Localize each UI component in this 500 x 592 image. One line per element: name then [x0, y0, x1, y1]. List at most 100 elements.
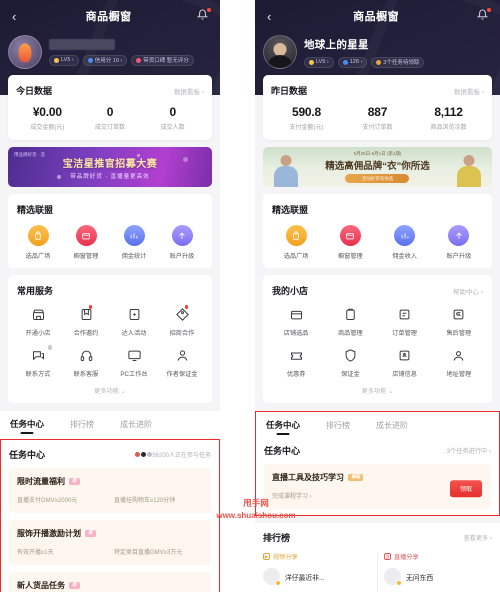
- shop-item-address-mgmt[interactable]: 地址管理: [432, 347, 486, 378]
- address-icon: [450, 347, 467, 364]
- services-more-button[interactable]: 更多功能 ⌄: [14, 386, 206, 395]
- shop-item-store-info[interactable]: 店铺信息: [378, 347, 432, 378]
- service-item-contact-info[interactable]: 联系方式: [14, 345, 62, 378]
- task-item[interactable]: 限时流量福利 限 直播支付GMV≥2000元 直播挂购物车≥120分钟: [9, 468, 211, 513]
- alliance-item-window-mgmt[interactable]: 橱窗管理: [62, 225, 110, 260]
- service-item-customer-service[interactable]: 联系客服: [62, 347, 110, 378]
- left-services-section: 常用服务 开通小店 合作邀约 达人活动 招商合作 联系方式 联系客服 PC工作台…: [8, 275, 212, 403]
- shop-label-0: 店铺选品: [283, 330, 309, 337]
- alliance-item-commission-income[interactable]: 佣金收入: [378, 225, 432, 260]
- leaderboard-live-label: ||| 直播分享: [384, 552, 492, 561]
- leaderboard-row[interactable]: 无问东西: [384, 568, 492, 586]
- task-center-progress-link[interactable]: 3个任务进行中 ›: [447, 446, 491, 455]
- banner-person-right: [454, 153, 484, 187]
- stat-gmv-value: ¥0.00: [32, 105, 62, 119]
- leaderboard-row[interactable]: 洋仔最近非...: [263, 568, 371, 586]
- chat-icon: [30, 347, 47, 364]
- shield-icon: [342, 347, 359, 364]
- avatar[interactable]: [263, 35, 297, 69]
- badge-score[interactable]: 128 ›: [337, 56, 368, 68]
- service-item-creator-activity[interactable]: 达人活动: [110, 306, 158, 337]
- course-chip: 课程: [348, 474, 363, 481]
- claim-button[interactable]: 领取: [449, 479, 482, 497]
- right-promo-banner[interactable]: 5月25日-6月1日 (第1期) 精选高佣品牌“衣”你所选 活动好货有你选: [263, 147, 492, 187]
- store-icon: [30, 306, 47, 323]
- notification-bell-icon[interactable]: [196, 8, 212, 23]
- alliance-item-product-plaza[interactable]: 选品广场: [269, 225, 323, 260]
- shop-label-2: 订单管理: [392, 330, 417, 337]
- alliance-label-0: 选品广场: [283, 253, 309, 260]
- leaderboard-more-link[interactable]: 查看更多 ›: [463, 533, 492, 542]
- shop-item-deposit[interactable]: 保证金: [323, 347, 377, 378]
- badge-credit[interactable]: 信用分 10 ›: [82, 54, 128, 66]
- shop-label-1: 商品管理: [338, 330, 363, 337]
- limited-chip: 限: [69, 582, 80, 589]
- badge-credit-label: 信用分 10 ›: [94, 58, 123, 64]
- tab-leaderboard[interactable]: 排行榜: [326, 420, 350, 435]
- alliance-item-product-plaza[interactable]: 选品广场: [14, 225, 62, 260]
- left-tabs: 任务中心 排行榜 成长进阶: [0, 411, 220, 439]
- alliance-item-upgrade[interactable]: 账户升级: [158, 225, 206, 260]
- left-stats-row: ¥0.00 成交金额(元) 0 成交订单数 0 成交人数: [16, 105, 204, 131]
- stat-payment-amount: 590.8 支付金额(元): [271, 105, 342, 131]
- shop-title: 我的小店: [272, 286, 309, 296]
- back-icon[interactable]: ‹: [263, 10, 275, 23]
- data-dashboard-link[interactable]: 数据看板 ›: [174, 86, 204, 96]
- banner-person-left: [271, 153, 301, 187]
- left-data-card: 今日数据 数据看板 › ¥0.00 成交金额(元) 0 成交订单数 0 成交人数: [8, 75, 212, 140]
- service-item-author-deposit[interactable]: 作者保证金: [158, 347, 206, 378]
- return-icon: [450, 306, 467, 323]
- alliance-item-upgrade[interactable]: 账户升级: [432, 225, 486, 260]
- service-label-6: PC工作台: [120, 371, 148, 378]
- task-item-sub2: 特定类目直播GMV≥3万元: [114, 550, 183, 556]
- help-center-link[interactable]: 帮助中心 ›: [453, 286, 483, 296]
- shop-label-5: 保证金: [341, 371, 360, 378]
- alliance-label-0: 选品广场: [25, 253, 51, 260]
- badge-level[interactable]: LV5 ›: [49, 54, 79, 66]
- tag-icon: [174, 306, 191, 323]
- tab-task-center[interactable]: 任务中心: [266, 419, 300, 435]
- leaderboard-name: 洋仔最近非...: [285, 574, 325, 582]
- task-center-participants: 56200人正在参与任务: [134, 450, 211, 459]
- shop-item-store-selection[interactable]: 店铺选品: [269, 306, 323, 337]
- shop-item-coupon[interactable]: 优惠券: [269, 347, 323, 378]
- avatar[interactable]: [8, 35, 42, 69]
- alliance-grid: 选品广场 橱窗管理 佣金收入 账户升级: [269, 225, 486, 260]
- banner-cta-pill[interactable]: 活动好货有你选: [345, 174, 410, 183]
- service-item-cooperation[interactable]: 合作邀约: [62, 305, 110, 337]
- notification-bell-icon[interactable]: [476, 8, 492, 23]
- badge-level[interactable]: LV5 ›: [304, 56, 334, 68]
- tab-growth[interactable]: 成长进阶: [120, 419, 152, 434]
- service-item-merchant-coop[interactable]: 招商合作: [158, 305, 206, 337]
- tab-task-center[interactable]: 任务中心: [10, 418, 44, 434]
- service-item-open-shop[interactable]: 开通小店: [14, 306, 62, 337]
- alliance-item-commission[interactable]: 佣金统计: [110, 225, 158, 260]
- data-card-title: 今日数据: [16, 86, 53, 96]
- data-dashboard-link[interactable]: 数据看板 ›: [454, 86, 484, 96]
- tab-growth[interactable]: 成长进阶: [376, 420, 408, 435]
- shop-item-aftersale-mgmt[interactable]: 售后管理: [432, 306, 486, 337]
- new-badge-dot: [184, 305, 188, 309]
- chart-icon: [123, 225, 145, 246]
- task-item[interactable]: 服饰开播激励计划 限 有效开播≥1天 特定类目直播GMV≥3万元: [9, 520, 211, 565]
- task-item[interactable]: 新人货品任务 限 特定商品支付GMV≥300元 选品池带货商品≥3个: [9, 572, 211, 592]
- badge-reputation[interactable]: 带货口碑 暂无评分: [131, 54, 194, 66]
- service-item-pc-workbench[interactable]: PC工作台: [110, 347, 158, 378]
- badge-pending-tasks[interactable]: 3个任务待领取: [371, 56, 425, 68]
- leaderboard-live-label-text: 直播分享: [394, 554, 419, 561]
- order-icon: [396, 306, 413, 323]
- stat-buyers-label: 成交人数: [160, 125, 185, 131]
- back-icon[interactable]: ‹: [8, 10, 20, 23]
- task-item-sub2: 直播挂购物车≥120分钟: [114, 498, 176, 504]
- shop-item-product-mgmt[interactable]: 商品管理: [323, 306, 377, 337]
- shop-item-order-mgmt[interactable]: 订单管理: [378, 306, 432, 337]
- shop-label-4: 优惠券: [286, 371, 306, 378]
- stat-payment-amount-value: 590.8: [291, 105, 322, 119]
- alliance-item-window-mgmt[interactable]: 橱窗管理: [323, 225, 377, 260]
- activity-icon: [126, 306, 143, 323]
- task-item-title: 服饰开播激励计划: [17, 529, 81, 538]
- left-promo-banner[interactable]: 用品牌好货 · 造 宝洁星推官招募大赛 带品牌好货 · 直播量更高效: [8, 147, 212, 187]
- shop-more-button[interactable]: 更多功能 ⌄: [269, 386, 486, 395]
- right-navbar: ‹ 商品橱窗: [263, 6, 492, 26]
- tab-leaderboard[interactable]: 排行榜: [70, 419, 94, 434]
